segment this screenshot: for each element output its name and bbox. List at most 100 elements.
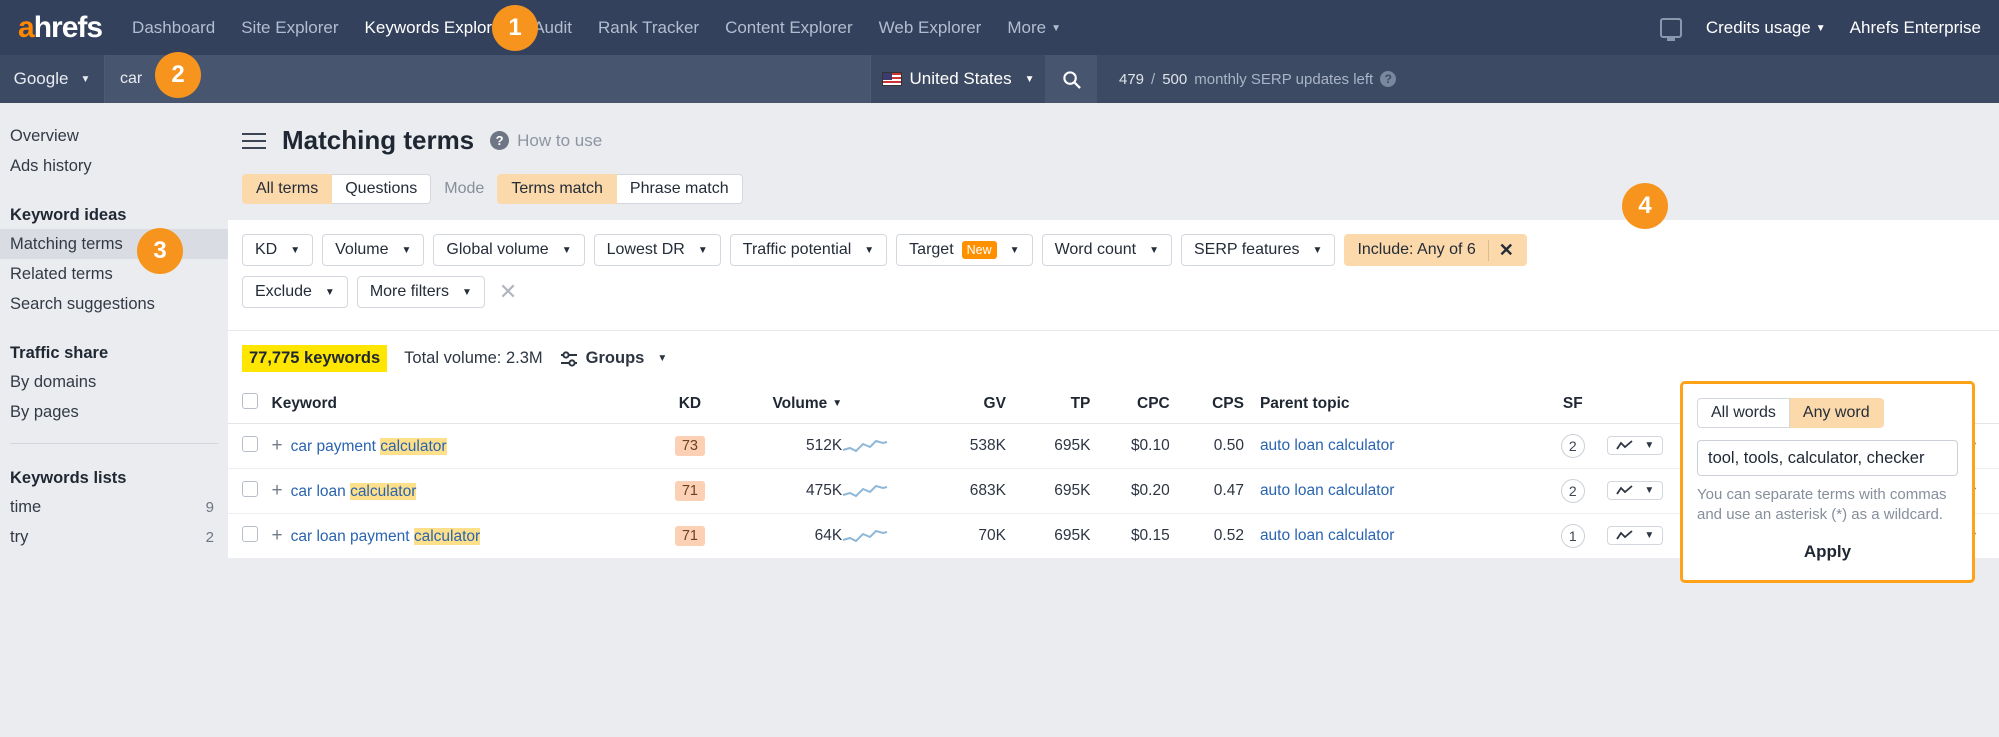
row-checkbox[interactable] [242,435,258,452]
nav-link-rank-tracker[interactable]: Rank Tracker [598,18,699,38]
sidebar-item-related-terms[interactable]: Related terms [0,259,228,289]
mode-phrase-match[interactable]: Phrase match [616,174,743,204]
serp-separator: / [1151,70,1156,88]
tab-questions[interactable]: Questions [332,174,432,204]
col-tp[interactable]: TP [1005,384,1091,424]
page-body: Overview Ads history Keyword ideas Matching… [0,103,1999,737]
clear-filters-icon[interactable]: ✕ [494,279,522,305]
ahrefs-logo[interactable]: ahrefs [18,11,103,45]
question-icon[interactable]: ? [1380,71,1397,87]
hamburger-icon[interactable] [242,132,266,149]
nav-link-web-explorer[interactable]: Web Explorer [879,18,982,38]
filter-chip-global-volume[interactable]: Global volume ▼ [433,234,585,266]
parent-topic-link[interactable]: auto loan calculator [1260,482,1394,499]
apply-button[interactable]: Apply [1697,526,1958,566]
nav-link-content-explorer[interactable]: Content Explorer [725,18,853,38]
search-button[interactable] [1045,55,1097,103]
mode-terms-match[interactable]: Terms match [497,174,617,204]
word-mode-all-words[interactable]: All words [1697,398,1790,428]
expand-icon[interactable]: + [272,480,291,501]
col-kd[interactable]: KD [655,384,725,424]
country-value: United States [909,69,1012,88]
trend-button[interactable]: ▼ [1607,526,1664,545]
term-tabs: All terms Questions [242,174,432,204]
nav-link-keywords-explorer[interactable]: Keywords Explorer [365,18,508,38]
chevron-down-icon: ▼ [461,286,472,298]
col-keyword[interactable]: Keyword [271,384,656,424]
keyword-link[interactable]: car payment calculator [291,438,447,455]
kd-cell: 71 [655,468,725,514]
filter-chip-target[interactable]: Target New ▼ [896,234,1033,266]
col-volume[interactable]: Volume ▼ [724,384,843,424]
chevron-down-icon: ▼ [864,244,875,256]
filter-chip-more-filters[interactable]: More filters ▼ [356,276,485,308]
page-header: Matching terms ? How to use [228,103,1999,156]
sidebar-list-item[interactable]: try 2 [0,522,228,552]
credits-usage-menu[interactable]: Credits usage ▼ [1706,18,1826,38]
how-to-use-link[interactable]: ? How to use [490,131,602,151]
keyword-input[interactable]: car [105,55,870,103]
keyword-link[interactable]: car loan calculator [291,483,417,500]
callout-bubble-3: 3 [137,228,183,274]
trend-button[interactable]: ▼ [1607,436,1664,455]
col-sf[interactable]: SF [1538,384,1608,424]
include-terms-input[interactable]: tool, tools, calculator, checker [1697,440,1958,476]
sidebar-item-ads-history[interactable]: Ads history [0,151,228,181]
sidebar-item-search-suggestions[interactable]: Search suggestions [0,289,228,319]
ahrefs-enterprise-link[interactable]: Ahrefs Enterprise [1850,18,1981,38]
mode-label: Mode [444,180,485,197]
col-sparkline [842,384,919,424]
sidebar-item-overview[interactable]: Overview [0,121,228,151]
nav-link-dashboard[interactable]: Dashboard [132,18,215,38]
trend-icon [1616,485,1633,495]
tab-all-terms[interactable]: All terms [242,174,333,204]
search-engine-value: Google [13,69,69,88]
tp-cell: 695K [1005,468,1091,514]
filter-chip-volume[interactable]: Volume ▼ [322,234,425,266]
search-engine-select[interactable]: Google ▼ [0,55,105,103]
select-all-checkbox[interactable] [242,393,258,409]
monitor-icon[interactable] [1659,17,1682,38]
filter-chip-kd[interactable]: KD ▼ [242,234,314,266]
col-gv[interactable]: GV [918,384,1006,424]
sidebar-item-matching-terms[interactable]: Matching terms [0,229,228,259]
row-select-cell [228,513,272,559]
sidebar-list-item[interactable]: time 9 [0,492,228,522]
trend-button[interactable]: ▼ [1607,481,1664,500]
trend-icon [1616,440,1633,450]
country-select[interactable]: United States ▼ [870,55,1045,103]
row-checkbox[interactable] [242,480,258,497]
nav-link-site-explorer[interactable]: Site Explorer [241,18,338,38]
word-mode-any-word[interactable]: Any word [1789,398,1884,428]
col-parent-topic[interactable]: Parent topic [1243,384,1539,424]
parent-topic-link[interactable]: auto loan calculator [1260,527,1394,544]
close-icon[interactable]: ✕ [1487,239,1514,261]
include-filter-popover: All words Any word tool, tools, calculato… [1680,381,1975,583]
filter-chip-lowest-dr[interactable]: Lowest DR ▼ [593,234,721,266]
parent-topic-cell: auto loan calculator [1243,513,1539,559]
sidebar-item-by-domains[interactable]: By domains [0,367,228,397]
filter-chip-serp-features[interactable]: SERP features ▼ [1181,234,1336,266]
nav-links: Dashboard Site Explorer Keywords Explorer A… [132,18,1061,38]
expand-icon[interactable]: + [272,435,291,456]
filter-chip-exclude[interactable]: Exclude ▼ [242,276,348,308]
filter-chip-traffic-potential[interactable]: Traffic potential ▼ [729,234,888,266]
nav-link-audit[interactable]: Audit [533,18,572,38]
row-checkbox[interactable] [242,525,258,542]
groups-dropdown[interactable]: Groups ▼ [560,349,667,368]
col-cps[interactable]: CPS [1169,384,1244,424]
sidebar-item-by-pages[interactable]: By pages [0,397,228,427]
filter-chip-word-count[interactable]: Word count ▼ [1041,234,1172,266]
parent-topic-link[interactable]: auto loan calculator [1260,437,1394,454]
keyword-part: car loan payment [290,528,414,545]
expand-icon[interactable]: + [272,525,291,546]
keyword-part: calculator [350,483,417,500]
col-cpc[interactable]: CPC [1090,384,1170,424]
mode-tabs: Terms match Phrase match [497,174,743,204]
filter-chip-include-any-of-6[interactable]: Include: Any of 6 ✕ [1344,234,1527,266]
sf-cell: 2 [1538,468,1608,514]
nav-link-more[interactable]: More ▼ [1007,18,1061,38]
keyword-link[interactable]: car loan payment calculator [291,528,481,545]
sidebar-divider [10,443,218,444]
